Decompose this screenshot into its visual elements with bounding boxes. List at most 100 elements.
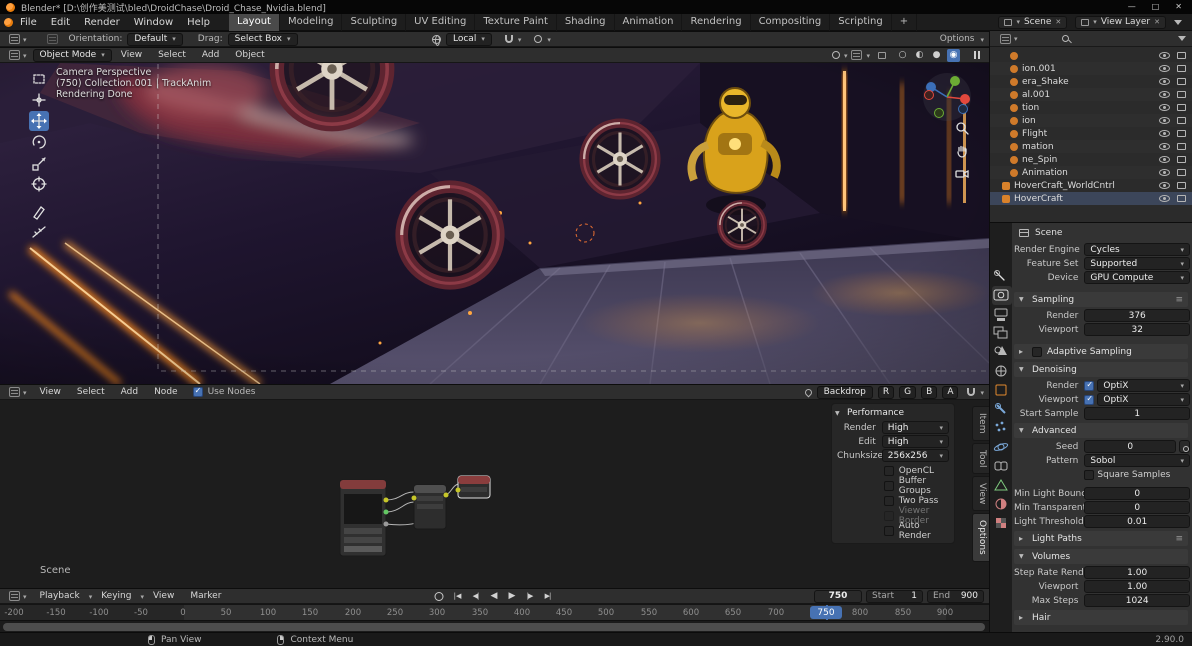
min-light-bounces-field[interactable]: 0 <box>1084 487 1190 500</box>
outliner-row[interactable]: ion.001 <box>990 62 1192 75</box>
play-reverse-button[interactable]: ◀ <box>486 590 501 603</box>
maximize-button[interactable] <box>1152 0 1160 14</box>
sampling-viewport-field[interactable]: 32 <box>1084 323 1190 336</box>
scene-selector[interactable]: Scene <box>998 16 1067 29</box>
tab-tool-icon[interactable] <box>995 271 1005 281</box>
disable-in-renders-icon[interactable] <box>1177 52 1186 59</box>
chunksize-dropdown[interactable]: 256x256 <box>882 449 949 462</box>
disable-in-renders-icon[interactable] <box>1177 130 1186 137</box>
menu-render[interactable]: Render <box>77 14 127 31</box>
viewport-editor-type-button[interactable] <box>5 50 31 61</box>
workspace-tab-uv-editing[interactable]: UV Editing <box>406 14 475 31</box>
jump-to-end-button[interactable]: ▶| <box>540 590 555 603</box>
hide-icon[interactable] <box>1159 169 1170 176</box>
feature-set-dropdown[interactable]: Supported <box>1084 257 1190 270</box>
light-threshold-field[interactable]: 0.01 <box>1084 515 1190 528</box>
device-dropdown[interactable]: GPU Compute <box>1084 271 1190 284</box>
hide-icon[interactable] <box>1159 104 1170 111</box>
node-menu-add[interactable]: Add <box>114 384 145 401</box>
seed-field[interactable]: 0 <box>1084 440 1176 453</box>
viewport-menu-object[interactable]: Object <box>228 47 271 64</box>
snap-magnet-icon[interactable] <box>505 35 513 43</box>
navigation-gizmo[interactable] <box>921 71 973 123</box>
close-button[interactable] <box>1175 0 1182 14</box>
light-paths-section-header[interactable]: Light Paths <box>1014 531 1188 546</box>
outliner-editor-type-button[interactable] <box>996 33 1022 44</box>
animate-seed-button[interactable] <box>1179 440 1190 453</box>
tab-modifiers-icon[interactable] <box>996 404 1006 414</box>
tab-texture-icon[interactable] <box>996 518 1006 528</box>
proportional-options-chevron-icon[interactable] <box>547 34 551 45</box>
adaptive-sampling-checkbox[interactable] <box>1032 347 1042 357</box>
sidebar-tab-view[interactable]: View <box>972 476 989 511</box>
outliner-row[interactable]: tion <box>990 101 1192 114</box>
outliner-row[interactable]: HoverCraft_WorldCntrl <box>990 179 1192 192</box>
auto-render-checkbox[interactable] <box>884 526 894 536</box>
tab-object-icon[interactable] <box>996 385 1006 395</box>
timeline-editor-type-button[interactable] <box>5 591 31 602</box>
jump-to-start-button[interactable]: |◀ <box>450 590 465 603</box>
timeline-menu-marker[interactable]: Marker <box>183 588 228 605</box>
viewport-menu-select[interactable]: Select <box>151 47 193 64</box>
outliner-row[interactable]: ne_Spin <box>990 153 1192 166</box>
volumes-section-header[interactable]: Volumes <box>1014 549 1188 564</box>
play-button[interactable]: ▶ <box>504 590 519 603</box>
frame-end-field[interactable]: End900 <box>927 590 984 603</box>
sidebar-tab-tool[interactable]: Tool <box>972 443 989 474</box>
minimize-button[interactable] <box>1128 0 1136 14</box>
next-keyframe-button[interactable]: |▶ <box>522 590 537 603</box>
hide-icon[interactable] <box>1159 195 1170 202</box>
sidebar-tab-options[interactable]: Options <box>972 513 989 562</box>
channel-r-button[interactable]: R <box>878 386 894 399</box>
scrollbar-handle[interactable] <box>3 623 985 631</box>
disable-in-renders-icon[interactable] <box>1177 143 1186 150</box>
menu-file[interactable]: File <box>13 14 44 31</box>
tab-view-layer-icon[interactable] <box>994 327 1007 338</box>
workspace-tab-compositing[interactable]: Compositing <box>751 14 831 31</box>
pattern-dropdown[interactable]: Sobol <box>1084 454 1190 467</box>
hide-icon[interactable] <box>1159 182 1170 189</box>
channel-g-button[interactable]: G <box>899 386 916 399</box>
snap-magnet-icon[interactable] <box>967 388 975 396</box>
render-quality-dropdown[interactable]: High <box>882 421 949 434</box>
denoising-viewport-checkbox[interactable] <box>1084 395 1094 405</box>
shading-material-icon[interactable] <box>930 49 943 62</box>
tab-world-icon[interactable] <box>996 366 1006 376</box>
min-transparent-bounces-field[interactable]: 0 <box>1084 501 1190 514</box>
square-samples-checkbox[interactable] <box>1084 470 1094 480</box>
advanced-section-header[interactable]: Advanced <box>1014 423 1188 438</box>
outliner-row[interactable]: Animation <box>990 166 1192 179</box>
pin-icon[interactable] <box>803 387 813 397</box>
tab-physics-icon[interactable] <box>994 442 1009 451</box>
disable-in-renders-icon[interactable] <box>1177 117 1186 124</box>
timeline-menu-view[interactable]: View <box>146 588 181 605</box>
outliner-row[interactable]: Flight <box>990 127 1192 140</box>
opencl-checkbox[interactable] <box>884 466 894 476</box>
menu-edit[interactable]: Edit <box>44 14 77 31</box>
disable-in-renders-icon[interactable] <box>1177 65 1186 72</box>
two-pass-checkbox[interactable] <box>884 496 894 506</box>
timeline-scrollbar[interactable] <box>0 620 989 632</box>
viewport-toolbar[interactable] <box>29 69 49 245</box>
edit-quality-dropdown[interactable]: High <box>882 435 949 448</box>
denoising-render-checkbox[interactable] <box>1084 381 1094 391</box>
volumes-viewport-field[interactable]: 1.00 <box>1084 580 1190 593</box>
zoom-icon[interactable] <box>955 121 969 135</box>
3d-viewport[interactable]: Camera Perspective (750) Collection.001 … <box>0 63 989 384</box>
workspace-tab-modeling[interactable]: Modeling <box>280 14 343 31</box>
overlays-toggle-icon[interactable] <box>851 50 862 60</box>
tab-object-data-icon[interactable] <box>995 480 1007 490</box>
tab-constraints-icon[interactable] <box>995 462 1007 470</box>
menu-help[interactable]: Help <box>180 14 217 31</box>
workspace-tab-texture-paint[interactable]: Texture Paint <box>475 14 557 31</box>
sampling-section-header[interactable]: Sampling <box>1014 292 1188 307</box>
drag-dropdown[interactable]: Select Box <box>228 33 298 46</box>
denoising-viewport-dropdown[interactable]: OptiX <box>1097 393 1190 406</box>
unlink-scene-icon[interactable] <box>1055 17 1061 27</box>
sampling-render-field[interactable]: 376 <box>1084 309 1190 322</box>
shading-wireframe-icon[interactable] <box>896 49 909 62</box>
step-rate-render-field[interactable]: 1.00 <box>1084 566 1190 579</box>
shading-rendered-icon[interactable] <box>947 49 960 62</box>
xray-toggle-icon[interactable] <box>878 52 886 59</box>
node-menu-node[interactable]: Node <box>147 384 185 401</box>
